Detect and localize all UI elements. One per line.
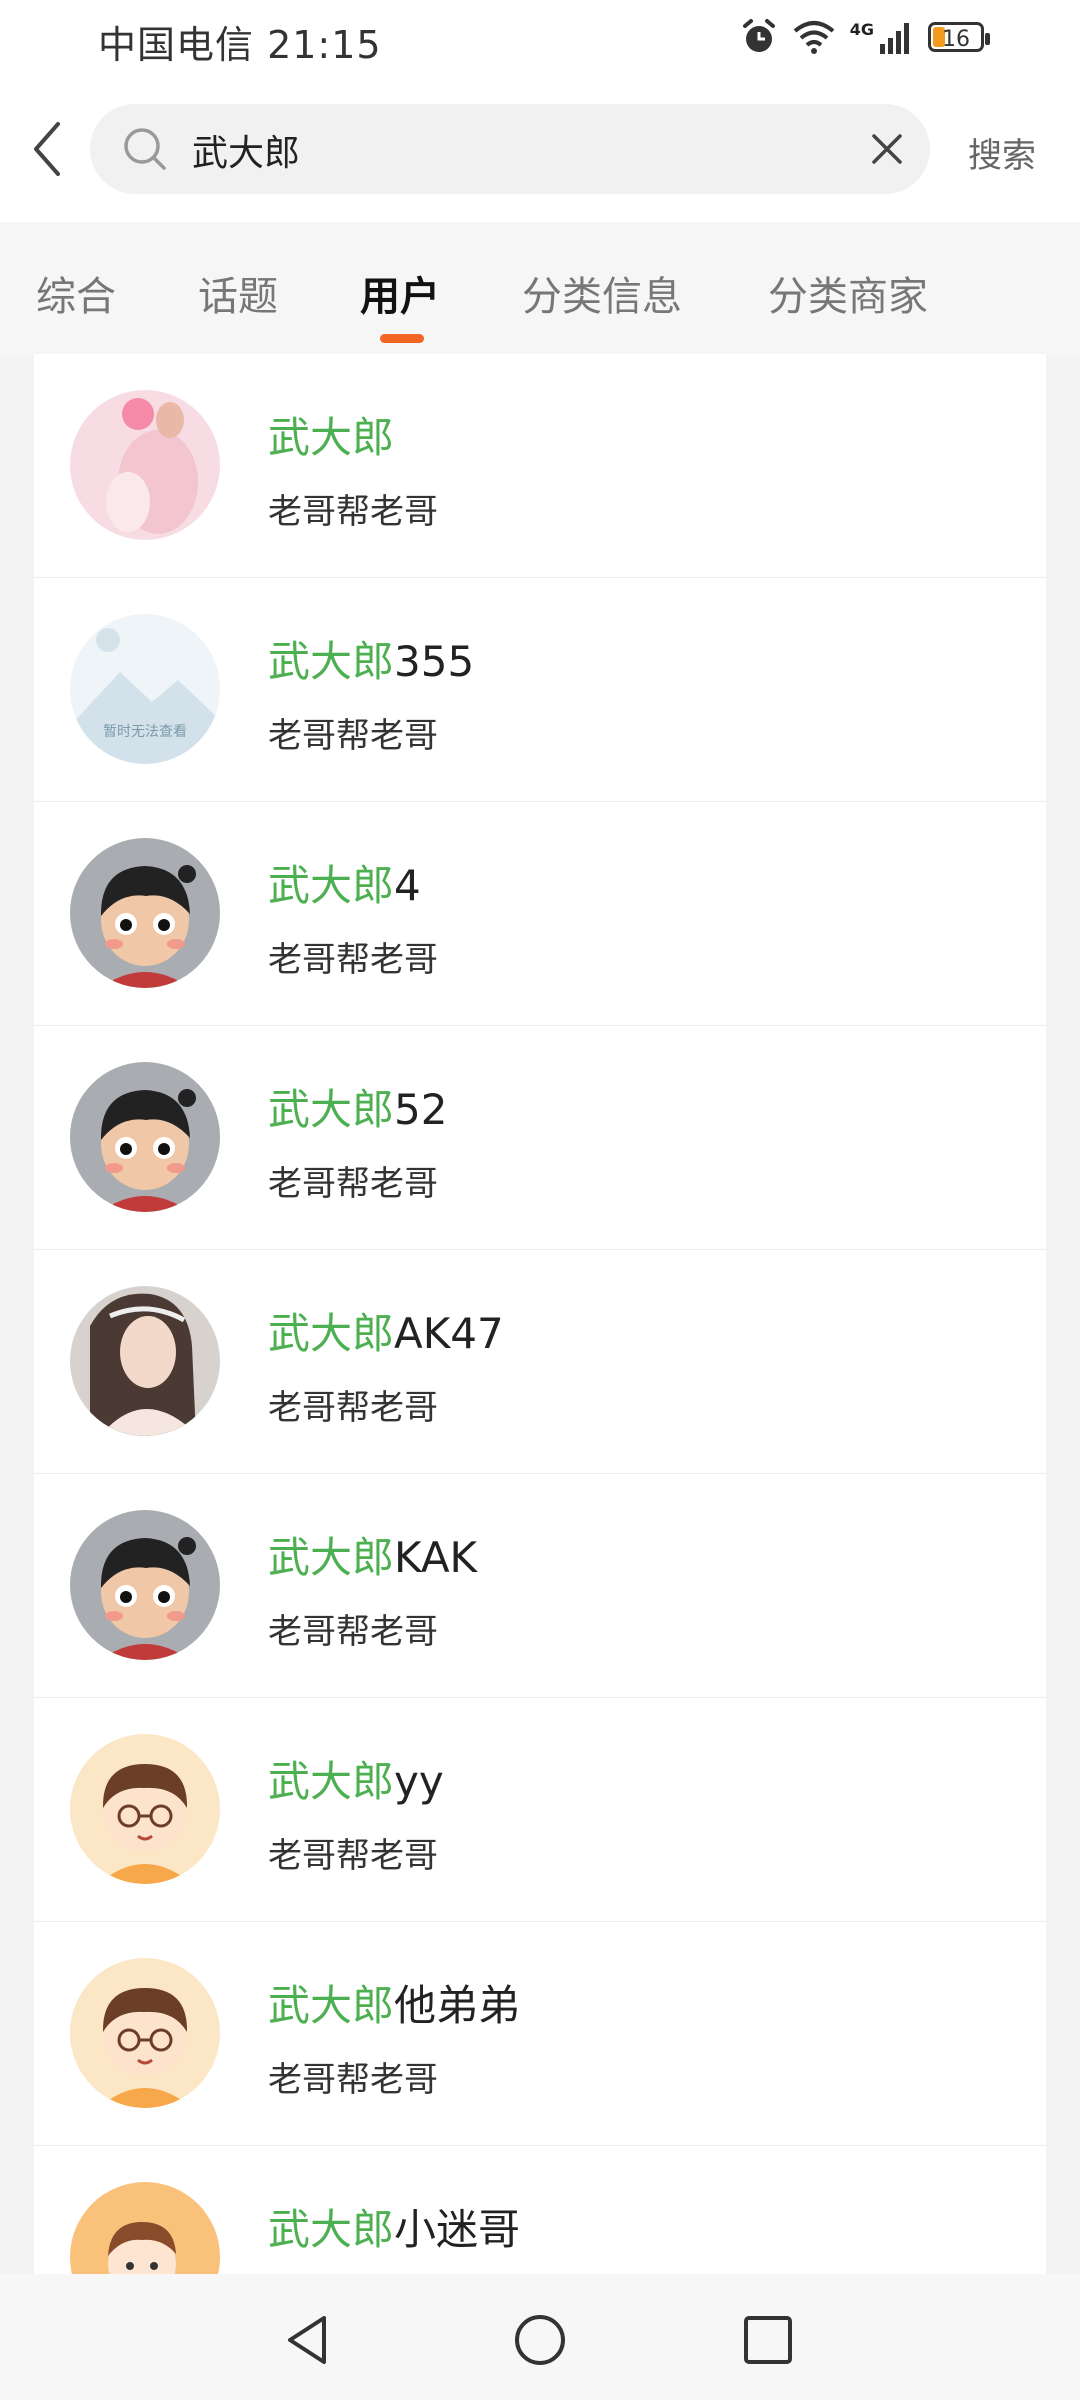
user-row[interactable]: 武大郎4 老哥帮老哥	[34, 802, 1046, 1026]
battery-icon: 16	[928, 22, 990, 52]
signal-icon	[880, 23, 909, 54]
tab-users[interactable]: 用户	[360, 264, 440, 322]
user-subtitle: 老哥帮老哥	[268, 2060, 438, 2100]
system-nav-bar	[0, 2274, 1080, 2400]
user-row[interactable]: 武大郎 老哥帮老哥	[34, 354, 1046, 578]
search-icon	[124, 128, 166, 170]
glasses-boy-avatar	[70, 1958, 220, 2108]
user-subtitle: 老哥帮老哥	[268, 1164, 438, 1204]
cartoon-face-avatar	[70, 1062, 220, 1212]
tab-bar: 综合 话题 用户 分类信息 分类商家	[0, 222, 1080, 354]
woman-photo-avatar	[70, 1286, 220, 1436]
user-name: 武大郎4	[268, 861, 421, 910]
user-subtitle: 老哥帮老哥	[268, 1612, 438, 1652]
user-subtitle: 老哥帮老哥	[268, 716, 438, 756]
battery-level: 16	[942, 27, 970, 52]
user-subtitle: 老哥帮老哥	[268, 940, 438, 980]
user-list: 武大郎 老哥帮老哥 暂时无法查看 武大郎355 老哥帮老哥 武大郎4 老哥帮老哥…	[34, 354, 1046, 2274]
cartoon-face-avatar	[70, 838, 220, 988]
network-type: 4G	[849, 19, 874, 39]
placeholder-avatar: 暂时无法查看	[70, 614, 220, 764]
search-button[interactable]: 搜索	[968, 128, 1036, 177]
user-row[interactable]: 武大郎KAK 老哥帮老哥	[34, 1474, 1046, 1698]
tab-comprehensive[interactable]: 综合	[36, 264, 116, 322]
svg-text:暂时无法查看: 暂时无法查看	[103, 724, 187, 740]
search-input[interactable]	[190, 124, 814, 176]
tab-classified-merchants[interactable]: 分类商家	[768, 264, 928, 322]
user-name: 武大郎355	[268, 637, 475, 686]
user-subtitle: 老哥帮老哥	[268, 492, 438, 532]
alarm-icon	[742, 19, 775, 52]
user-name: 武大郎AK47	[268, 1309, 504, 1358]
user-row[interactable]: 武大郎小迷哥	[34, 2146, 1046, 2274]
user-row[interactable]: 暂时无法查看 武大郎355 老哥帮老哥	[34, 578, 1046, 802]
nav-recents-icon[interactable]	[738, 2310, 798, 2370]
nav-back-icon[interactable]	[278, 2310, 338, 2370]
user-row[interactable]: 武大郎52 老哥帮老哥	[34, 1026, 1046, 1250]
back-arrow-icon[interactable]	[18, 114, 78, 184]
user-name: 武大郎小迷哥	[268, 2205, 521, 2254]
wifi-icon	[793, 21, 835, 54]
user-row[interactable]: 武大郎他弟弟 老哥帮老哥	[34, 1922, 1046, 2146]
search-header: 搜索	[0, 78, 1080, 222]
user-name: 武大郎yy	[268, 1757, 444, 1806]
carrier-time: 中国电信 21:15	[98, 23, 382, 67]
active-tab-indicator	[380, 334, 424, 343]
search-box[interactable]	[90, 104, 930, 194]
tab-topics[interactable]: 话题	[198, 264, 278, 322]
tab-classified-info[interactable]: 分类信息	[522, 264, 682, 322]
user-name: 武大郎他弟弟	[268, 1981, 521, 2030]
user-name: 武大郎KAK	[268, 1533, 478, 1582]
nav-home-icon[interactable]	[510, 2310, 570, 2370]
glasses-boy-avatar	[70, 1734, 220, 1884]
cartoon-face-avatar	[70, 1510, 220, 1660]
user-row[interactable]: 武大郎AK47 老哥帮老哥	[34, 1250, 1046, 1474]
cartoon-kid-avatar	[70, 2182, 220, 2274]
user-name: 武大郎	[268, 413, 395, 462]
pink-photo-avatar	[70, 390, 220, 540]
user-subtitle: 老哥帮老哥	[268, 1388, 438, 1428]
status-icons: 4G 16	[740, 18, 990, 56]
user-row[interactable]: 武大郎yy 老哥帮老哥	[34, 1698, 1046, 1922]
clear-icon[interactable]	[866, 128, 908, 170]
user-subtitle: 老哥帮老哥	[268, 1836, 438, 1876]
user-name: 武大郎52	[268, 1085, 448, 1134]
status-bar: 中国电信 21:15 4G 16	[0, 0, 1080, 78]
